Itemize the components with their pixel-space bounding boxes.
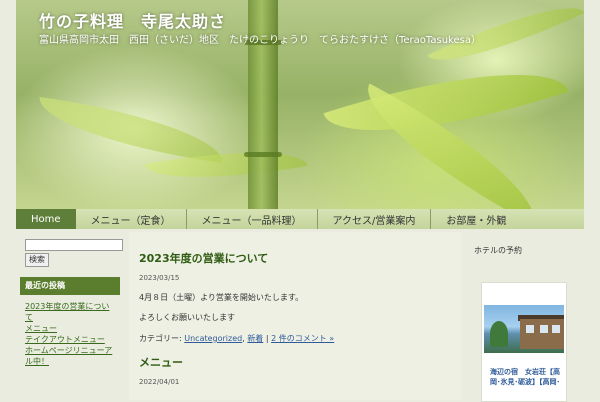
post-paragraph: 4月８日（土曜）より営業を開始いたします。 (139, 293, 304, 302)
tree-image (490, 321, 508, 347)
post-paragraph: よろしくお願いいたします (139, 313, 235, 322)
list-item: メニュー (25, 323, 116, 334)
bamboo-leaf-image (34, 96, 228, 164)
hotel-card[interactable]: 海辺の宿 女岩荘【高岡･氷見･砺波】【高岡･ (481, 282, 567, 402)
recent-post-link[interactable]: ホームページリニューアル中！ (25, 346, 112, 366)
recent-post-link[interactable]: 2023年度の営業について (25, 302, 109, 322)
meta-separator: , (242, 334, 245, 343)
window-image (552, 325, 560, 333)
window-image (526, 325, 534, 333)
post-date: 2023/03/15 (139, 274, 180, 282)
recent-posts-widget: 最近の投稿 2023年度の営業について メニュー テイクアウトメニュー ホームペ… (20, 277, 120, 400)
hotel-link[interactable]: 海辺の宿 女岩荘【高岡･氷見･砺波】【高岡･ (488, 367, 562, 387)
window-image (540, 325, 548, 333)
category-link[interactable]: Uncategorized (184, 334, 242, 343)
post-meta: カテゴリー: Uncategorized, 新着 | 2 件のコメント » (139, 333, 334, 344)
hotel-widget-title: ホテルの予約 (474, 246, 522, 255)
right-sidebar: ホテルの予約 海辺の宿 女岩荘【高岡･氷見･砺波】【高岡･ (464, 232, 584, 402)
list-item: ホームページリニューアル中！ (25, 345, 116, 367)
comments-link[interactable]: 2 件のコメント » (271, 334, 334, 343)
list-item: 2023年度の営業について (25, 301, 116, 323)
nav-rooms[interactable]: お部屋・外観 (431, 209, 521, 229)
nav-menu-set[interactable]: メニュー（定食） (76, 209, 187, 229)
tag-link[interactable]: 新着 (247, 334, 263, 343)
search-input[interactable] (25, 239, 123, 251)
site-description: 富山県高岡市太田 西田（さいだ）地区 たけのこりょうり てらおたすけさ（Tera… (39, 35, 481, 46)
nav-home[interactable]: Home (16, 209, 76, 229)
post-title[interactable]: メニュー (139, 354, 183, 370)
bamboo-node-image (244, 152, 282, 157)
post-date: 2022/04/01 (139, 378, 180, 386)
left-sidebar: 検索 最近の投稿 2023年度の営業について メニュー テイクアウトメニュー ホ… (16, 232, 124, 400)
recent-post-link[interactable]: メニュー (25, 324, 57, 333)
list-item: テイクアウトメニュー (25, 334, 116, 345)
hotel-photo[interactable] (484, 305, 564, 353)
recent-post-link[interactable]: テイクアウトメニュー (25, 335, 105, 344)
main-nav: Home メニュー（定食） メニュー（一品料理） アクセス/営業案内 お部屋・外… (16, 209, 584, 229)
recent-posts-list: 2023年度の営業について メニュー テイクアウトメニュー ホームページリニュー… (20, 295, 120, 367)
category-prefix: カテゴリー: (139, 334, 182, 343)
post-title[interactable]: 2023年度の営業について (139, 250, 268, 266)
main-content: 2023年度の営業について 2023/03/15 4月８日（土曜）より営業を開始… (129, 232, 461, 400)
nav-access[interactable]: アクセス/営業案内 (318, 209, 432, 229)
meta-separator: | (265, 334, 269, 343)
page: 竹の子料理 寺尾太助さ 富山県高岡市太田 西田（さいだ）地区 たけのこりょうり … (0, 0, 600, 402)
building-image (520, 319, 564, 349)
search-button[interactable]: 検索 (25, 253, 49, 267)
header-banner: 竹の子料理 寺尾太助さ 富山県高岡市太田 西田（さいだ）地区 たけのこりょうり … (16, 0, 584, 209)
recent-posts-heading: 最近の投稿 (20, 277, 120, 295)
site-title[interactable]: 竹の子料理 寺尾太助さ (39, 8, 226, 32)
nav-menu-dishes[interactable]: メニュー（一品料理） (187, 209, 318, 229)
